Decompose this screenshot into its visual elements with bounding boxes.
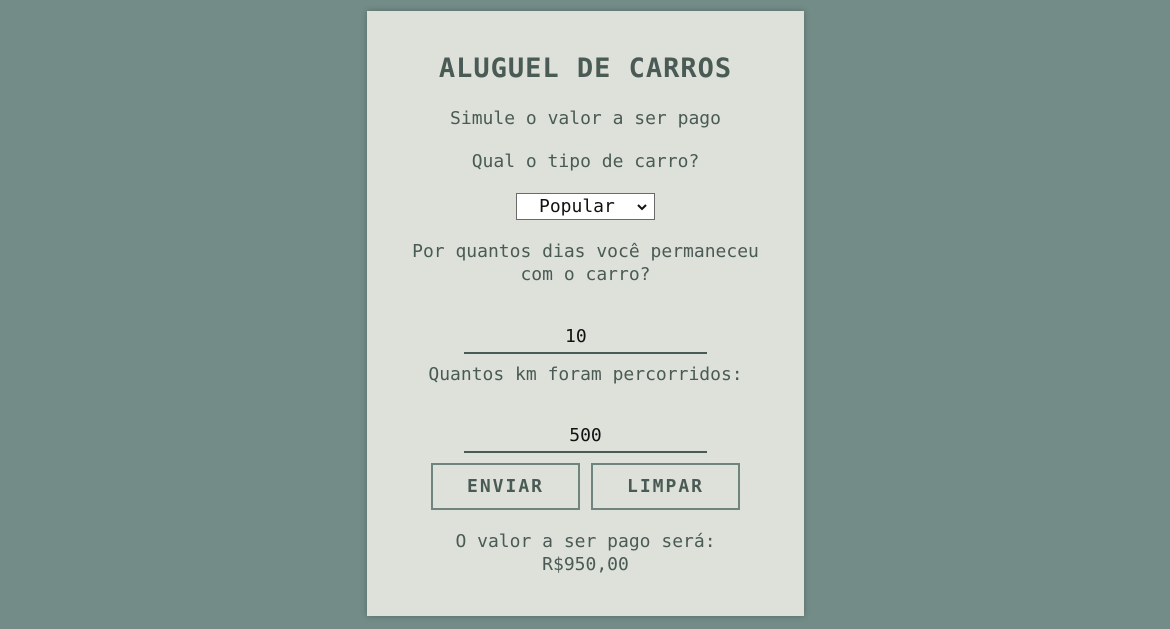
clear-button[interactable]: LIMPAR — [591, 463, 740, 510]
result-label: O valor a ser pago será: — [455, 531, 716, 552]
days-label: Por quantos dias você permaneceu com o c… — [412, 241, 759, 285]
subtitle: Simule o valor a ser pago — [450, 108, 721, 129]
days-input-value: 10 — [565, 326, 587, 347]
rental-form-card: ALUGUEL DE CARROS Simule o valor a ser p… — [367, 11, 804, 616]
result-text: O valor a ser pago será: R$950,00 — [367, 530, 804, 576]
car-type-select[interactable]: Popular — [516, 193, 655, 220]
km-label: Quantos km foram percorridos: — [428, 364, 743, 385]
chevron-down-icon — [637, 204, 647, 211]
car-type-selected-value: Popular — [539, 196, 615, 217]
send-button[interactable]: ENVIAR — [431, 463, 580, 510]
result-value: R$950,00 — [542, 554, 629, 575]
car-type-label: Qual o tipo de carro? — [471, 151, 700, 172]
km-input-value: 500 — [569, 425, 602, 446]
km-input[interactable]: 500 — [464, 421, 707, 453]
days-input[interactable]: 10 — [464, 322, 707, 354]
page-title: ALUGUEL DE CARROS — [438, 53, 733, 84]
